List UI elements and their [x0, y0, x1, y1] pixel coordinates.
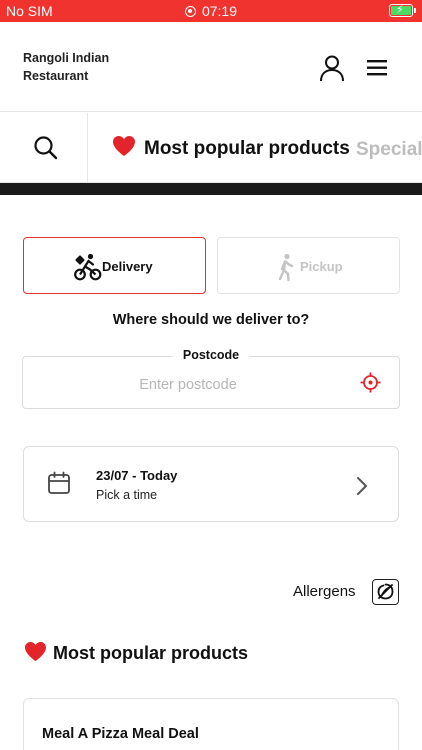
charging-bolt-icon: ⚡	[396, 4, 404, 16]
search-icon	[34, 136, 58, 160]
product-card[interactable]: Meal A Pizza Meal Deal	[23, 698, 399, 750]
delivery-tab[interactable]: Delivery	[23, 237, 206, 294]
category-bar: Most popular products Special	[0, 113, 422, 183]
pickup-tab[interactable]: Pickup	[217, 237, 400, 294]
section-title-text: Most popular products	[53, 643, 248, 663]
allergen-icon	[377, 583, 394, 600]
selected-date: 23/07 - Today	[96, 468, 178, 483]
pick-time-label: Pick a time	[96, 488, 158, 502]
postcode-label: Postcode	[0, 348, 422, 362]
postcode-label-text: Postcode	[172, 348, 250, 362]
status-bar: No SIM 07:19 ⚡	[0, 0, 422, 22]
status-clock: 07:19	[0, 3, 422, 19]
battery-icon: ⚡	[389, 4, 416, 17]
menu-button[interactable]	[362, 56, 392, 80]
screen-record-icon	[184, 6, 196, 17]
locate-me-button[interactable]	[360, 372, 381, 393]
app-header: Rangoli Indian Restaurant	[0, 22, 422, 112]
product-name: Meal A Pizza Meal Deal	[42, 726, 199, 742]
pickup-tab-label: Pickup	[300, 259, 343, 274]
search-button[interactable]	[0, 113, 88, 182]
heart-icon	[113, 136, 135, 156]
time-slot-card[interactable]: 23/07 - Today Pick a time	[23, 446, 399, 522]
chevron-right-icon	[357, 477, 367, 495]
allergens-label: Allergens	[293, 583, 356, 600]
heart-icon	[25, 641, 46, 662]
status-time: 07:19	[201, 3, 238, 19]
category-tab-label: Most popular products	[144, 138, 350, 159]
crosshair-location-icon	[360, 372, 381, 393]
allergens-button[interactable]	[372, 579, 399, 605]
delivery-bike-icon	[74, 253, 102, 281]
banner-image-strip	[0, 183, 422, 195]
hamburger-menu-icon	[367, 60, 387, 76]
calendar-icon	[48, 471, 70, 494]
delivery-tab-label: Delivery	[102, 259, 153, 274]
walking-person-icon	[278, 253, 294, 281]
restaurant-name: Rangoli Indian Restaurant	[23, 51, 110, 83]
account-button[interactable]	[316, 54, 348, 82]
category-tab-label: Special	[356, 139, 422, 160]
category-tab-most-popular[interactable]: Most popular products	[112, 135, 350, 160]
section-title-most-popular: Most popular products	[24, 641, 248, 664]
category-tab-special[interactable]: Special	[356, 139, 422, 161]
delivery-question: Where should we deliver to?	[112, 312, 310, 328]
postcode-input[interactable]	[23, 374, 353, 396]
user-icon	[320, 55, 344, 82]
